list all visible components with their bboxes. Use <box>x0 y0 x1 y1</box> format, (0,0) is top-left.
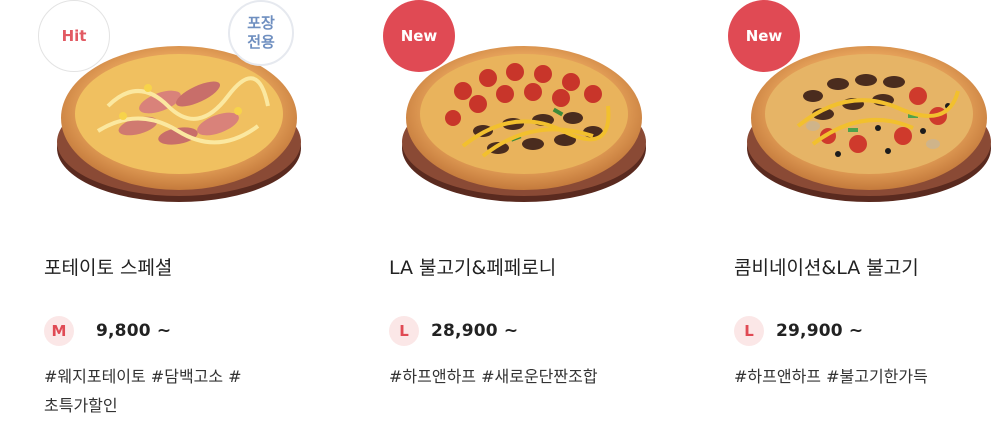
product-tags: #하프앤하프 #새로운단짠조합 <box>389 367 598 386</box>
product-price: 9,800 ~ <box>96 321 172 341</box>
price-row: M 9,800 ~ <box>44 316 171 346</box>
price-row: L 29,900 ~ <box>734 316 863 346</box>
product-price: 28,900 ~ <box>431 321 519 341</box>
new-badge: New <box>383 0 455 72</box>
hit-badge: Hit <box>38 0 110 72</box>
product-name[interactable]: 포테이토 스페셜 <box>44 253 172 280</box>
product-price: 29,900 ~ <box>776 321 864 341</box>
product-name[interactable]: 콤비네이션&LA 불고기 <box>734 253 919 280</box>
size-badge: L <box>389 316 419 346</box>
product-card-potato-special[interactable]: Hit 포장 전용 포테이토 스페셜 M 9,800 ~ #웨지포테이토 #담백… <box>38 0 338 426</box>
size-badge: M <box>44 316 74 346</box>
price-row: L 28,900 ~ <box>389 316 518 346</box>
new-badge: New <box>728 0 800 72</box>
product-tags: #웨지포테이토 #담백고소 # 초특가할인 <box>44 367 242 415</box>
product-image-area[interactable]: New <box>728 0 995 210</box>
takeout-only-badge: 포장 전용 <box>228 0 294 66</box>
product-card-combination-la-bulgogi[interactable]: New 콤비네이션&LA 불고기 L 29,900 ~ #하프앤하프 #불고기한… <box>728 0 995 426</box>
product-name[interactable]: LA 불고기&페페로니 <box>389 253 556 280</box>
product-image-area[interactable]: Hit 포장 전용 <box>38 0 338 210</box>
product-image-area[interactable]: New <box>383 0 683 210</box>
size-badge: L <box>734 316 764 346</box>
product-card-la-bulgogi-pepperoni[interactable]: New LA 불고기&페페로니 L 28,900 ~ #하프앤하프 #새로운단짠… <box>383 0 683 426</box>
product-tags: #하프앤하프 #불고기한가득 <box>734 367 928 386</box>
